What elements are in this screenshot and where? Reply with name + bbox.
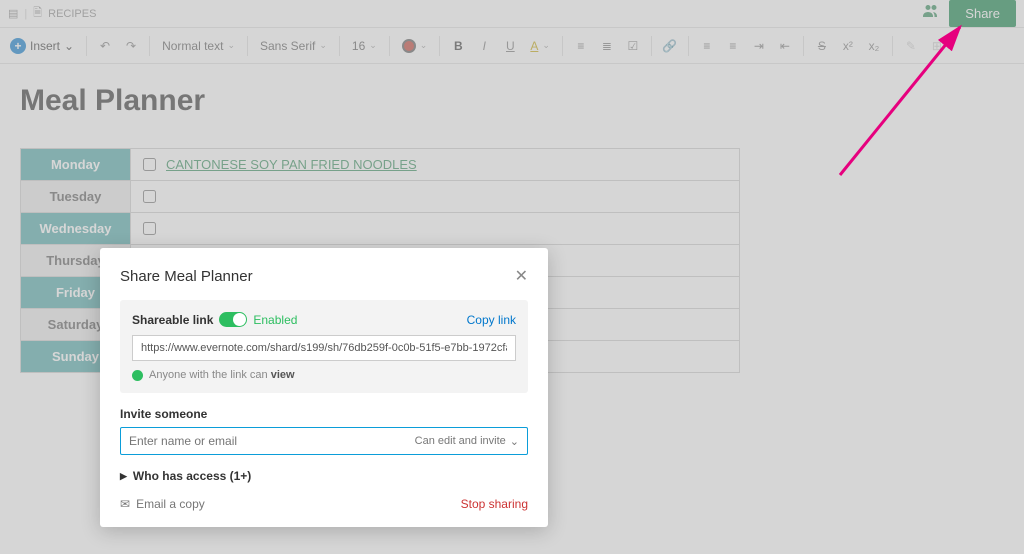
enabled-label: Enabled xyxy=(253,313,297,327)
invite-field[interactable]: Can edit and invite ⌄ xyxy=(120,427,528,455)
envelope-icon: ✉ xyxy=(120,497,130,511)
who-has-access-toggle[interactable]: ▶ Who has access (1+) xyxy=(120,469,528,483)
invite-permission-select[interactable]: Can edit and invite ⌄ xyxy=(415,435,519,448)
invite-label: Invite someone xyxy=(120,407,528,421)
stop-sharing-button[interactable]: Stop sharing xyxy=(461,497,528,511)
visibility-note: Anyone with the link can view xyxy=(132,369,516,381)
triangle-right-icon: ▶ xyxy=(120,471,127,482)
link-toggle[interactable] xyxy=(219,312,247,327)
copy-link-button[interactable]: Copy link xyxy=(467,313,516,327)
email-copy-button[interactable]: ✉ Email a copy xyxy=(120,497,205,511)
visibility-icon xyxy=(132,370,143,381)
shareable-link-label: Shareable link xyxy=(132,313,213,327)
share-url-field[interactable] xyxy=(132,335,516,361)
chevron-down-icon: ⌄ xyxy=(510,435,519,448)
share-modal: Share Meal Planner ✕ Shareable link Enab… xyxy=(100,248,548,527)
shareable-link-section: Shareable link Enabled Copy link Anyone … xyxy=(120,300,528,393)
close-button[interactable]: ✕ xyxy=(515,266,528,286)
modal-title: Share Meal Planner xyxy=(120,268,253,285)
invite-input[interactable] xyxy=(129,434,415,448)
